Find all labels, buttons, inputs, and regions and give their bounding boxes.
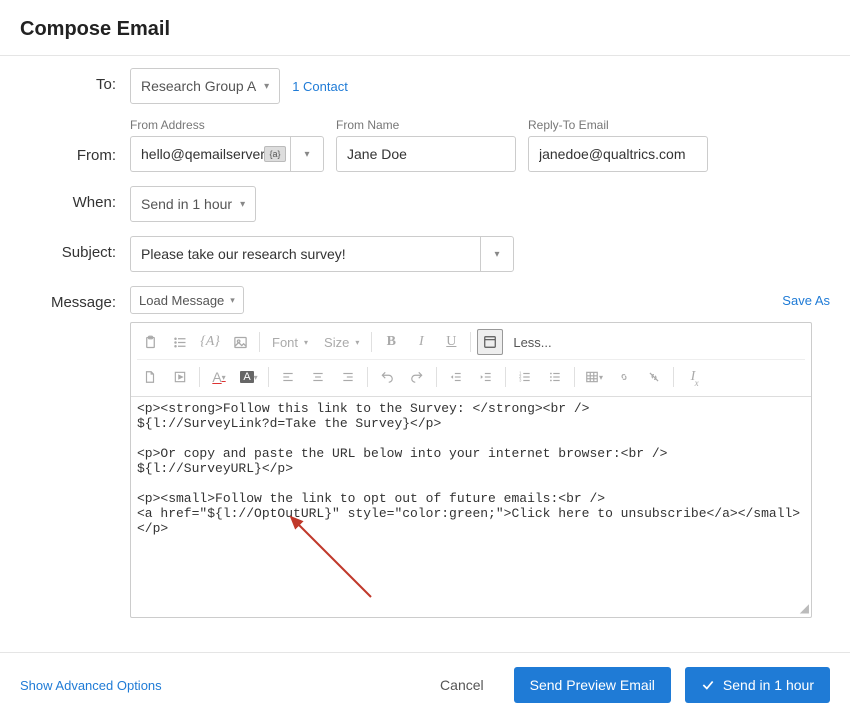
clear-format-icon[interactable]: Ix: [680, 364, 706, 390]
reply-to-input[interactable]: [528, 136, 708, 172]
when-value: Send in 1 hour: [141, 196, 232, 212]
piped-text-icon[interactable]: {a}: [264, 146, 286, 162]
link-icon[interactable]: [611, 364, 637, 390]
editor-toolbar: {A} Font ▾ Size ▾: [131, 323, 811, 397]
when-select[interactable]: Send in 1 hour ▾: [130, 186, 256, 222]
svg-text:3: 3: [519, 378, 522, 383]
chevron-down-icon: ▾: [494, 249, 499, 260]
when-row: When: Send in 1 hour ▾: [20, 186, 830, 222]
chevron-down-icon: ▾: [230, 295, 235, 306]
message-row: Message: Load Message ▾ Save As: [20, 286, 830, 618]
reply-to-label: Reply-To Email: [528, 118, 708, 132]
bg-color-icon[interactable]: A▾: [236, 364, 262, 390]
chevron-down-icon: ▾: [355, 338, 359, 347]
from-address-label: From Address: [130, 118, 324, 132]
from-label: From:: [20, 147, 130, 172]
compose-form: To: Research Group A ▾ 1 Contact From: F…: [0, 56, 850, 652]
check-icon: [701, 678, 715, 692]
chevron-down-icon: ▾: [304, 149, 309, 160]
resize-grip-icon[interactable]: ◢: [800, 603, 809, 615]
to-label: To:: [20, 68, 130, 93]
table-icon[interactable]: ▾: [581, 364, 607, 390]
contact-count-link[interactable]: 1 Contact: [292, 79, 348, 94]
text-color-icon[interactable]: A▾: [206, 364, 232, 390]
subject-input[interactable]: [130, 236, 480, 272]
editor-body[interactable]: <p><strong>Follow this link to the Surve…: [131, 397, 811, 617]
unlink-icon[interactable]: [641, 364, 667, 390]
indent-icon[interactable]: [473, 364, 499, 390]
dialog-header: Compose Email: [0, 0, 850, 56]
paste-icon[interactable]: [137, 329, 163, 355]
template-icon[interactable]: [167, 364, 193, 390]
unordered-list-icon[interactable]: [542, 364, 568, 390]
from-address-input[interactable]: hello@qemailserver.com: [141, 146, 270, 162]
align-left-icon[interactable]: [275, 364, 301, 390]
undo-icon[interactable]: [374, 364, 400, 390]
message-label: Message:: [20, 286, 130, 311]
editor-source-text: <p><strong>Follow this link to the Surve…: [137, 401, 800, 536]
piped-text-icon[interactable]: {A}: [197, 329, 223, 355]
save-as-link[interactable]: Save As: [782, 293, 830, 308]
subject-label: Subject:: [20, 236, 130, 261]
send-button[interactable]: Send in 1 hour: [685, 667, 830, 703]
when-label: When:: [20, 186, 130, 211]
chevron-down-icon: ▾: [304, 338, 308, 347]
underline-icon[interactable]: U: [438, 329, 464, 355]
send-button-label: Send in 1 hour: [723, 677, 814, 693]
subject-dropdown[interactable]: ▾: [480, 236, 514, 272]
italic-icon[interactable]: I: [408, 329, 434, 355]
bold-icon[interactable]: B: [378, 329, 404, 355]
subject-row: Subject: ▾: [20, 236, 830, 272]
to-row: To: Research Group A ▾ 1 Contact: [20, 68, 830, 104]
source-icon[interactable]: [477, 329, 503, 355]
less-toggle[interactable]: Less...: [507, 329, 557, 355]
list-icon[interactable]: [167, 329, 193, 355]
page-title: Compose Email: [20, 18, 830, 41]
send-preview-button[interactable]: Send Preview Email: [514, 667, 671, 703]
from-name-label: From Name: [336, 118, 516, 132]
align-center-icon[interactable]: [305, 364, 331, 390]
from-address-dropdown[interactable]: ▾: [290, 136, 324, 172]
ordered-list-icon[interactable]: 123: [512, 364, 538, 390]
from-row: From: From Address hello@qemailserver.co…: [20, 118, 830, 172]
to-group-select[interactable]: Research Group A ▾: [130, 68, 280, 104]
redo-icon[interactable]: [404, 364, 430, 390]
chevron-down-icon: ▾: [264, 81, 269, 92]
chevron-down-icon: ▾: [240, 199, 245, 210]
cancel-button[interactable]: Cancel: [424, 667, 500, 703]
rich-text-editor: {A} Font ▾ Size ▾: [130, 322, 812, 618]
new-page-icon[interactable]: [137, 364, 163, 390]
to-group-value: Research Group A: [141, 78, 256, 94]
font-select[interactable]: Font ▾: [266, 329, 314, 355]
size-select[interactable]: Size ▾: [318, 329, 365, 355]
load-message-label: Load Message: [139, 293, 224, 308]
load-message-select[interactable]: Load Message ▾: [130, 286, 244, 314]
image-icon[interactable]: [227, 329, 253, 355]
outdent-icon[interactable]: [443, 364, 469, 390]
advanced-options-link[interactable]: Show Advanced Options: [20, 678, 162, 693]
align-right-icon[interactable]: [335, 364, 361, 390]
from-name-input[interactable]: [336, 136, 516, 172]
dialog-footer: Show Advanced Options Cancel Send Previe…: [0, 652, 850, 717]
annotation-arrow: [281, 507, 401, 627]
